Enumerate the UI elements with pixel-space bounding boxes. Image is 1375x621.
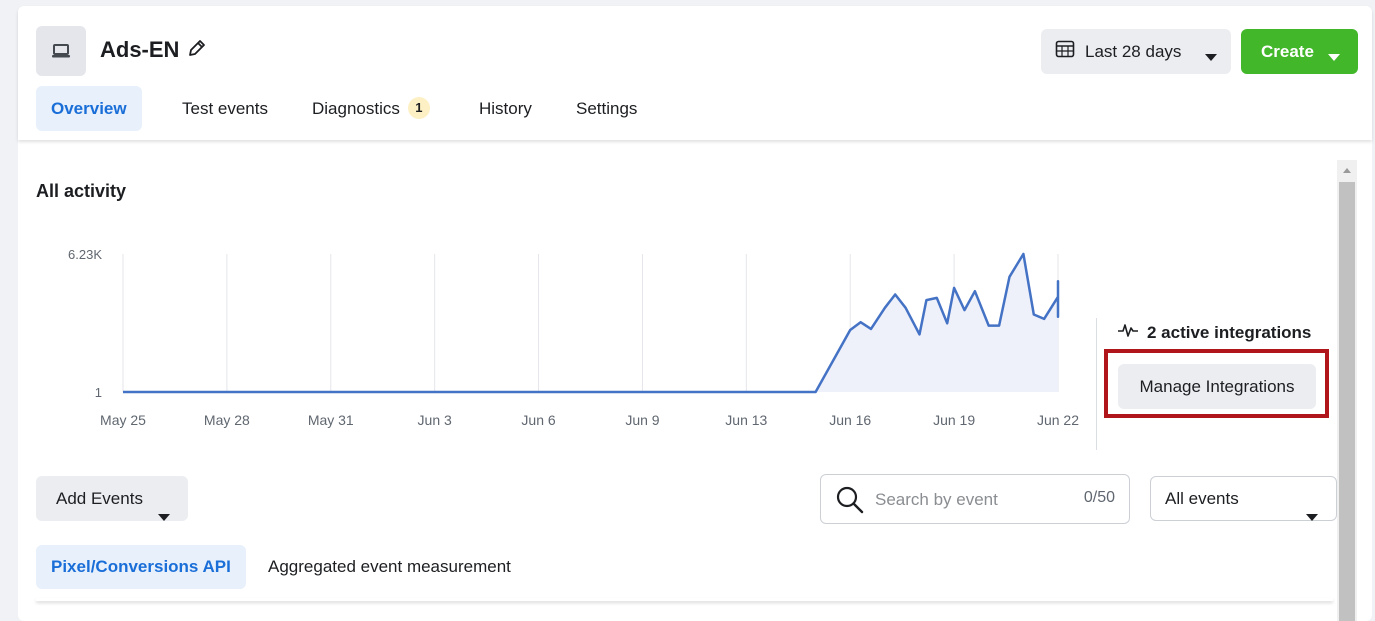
scroll-up-arrow-icon[interactable]	[1337, 160, 1357, 182]
date-range-dropdown[interactable]: Last 28 days	[1041, 29, 1231, 74]
date-range-label: Last 28 days	[1085, 41, 1182, 61]
pulse-icon	[1117, 322, 1139, 343]
scrollbar[interactable]	[1337, 160, 1357, 621]
panel-edge	[36, 598, 1333, 601]
add-events-label: Add Events	[56, 489, 143, 508]
divider	[1096, 318, 1097, 450]
y-tick-label: 1	[95, 385, 102, 400]
activity-chart: 6.23K 1 May 25 May 28 May 31 Jun 3 Jun 6 Jun 9 J…	[68, 247, 1079, 428]
event-filter-select[interactable]: All events	[1150, 476, 1337, 521]
x-tick-label: Jun 13	[725, 412, 767, 428]
create-label: Create	[1261, 41, 1314, 61]
x-tick-label: Jun 19	[933, 412, 975, 428]
chevron-down-icon	[158, 494, 170, 539]
manage-integrations-button[interactable]: Manage Integrations	[1118, 364, 1316, 409]
tab-diagnostics[interactable]: Diagnostics 1	[312, 86, 430, 131]
x-tick-label: Jun 16	[829, 412, 871, 428]
search-char-count: 0/50	[1083, 489, 1115, 506]
x-tick-label: May 25	[100, 412, 146, 428]
page-header: Ads-EN Last 28 days Create Overview Test…	[18, 6, 1372, 140]
tab-history[interactable]: History	[479, 86, 532, 131]
search-icon	[835, 485, 865, 520]
create-button[interactable]: Create	[1241, 29, 1358, 74]
chevron-down-icon	[1306, 495, 1318, 538]
add-events-button[interactable]: Add Events	[36, 476, 188, 521]
page-title: Ads-EN	[100, 37, 180, 62]
tab-settings[interactable]: Settings	[576, 86, 637, 131]
pencil-icon[interactable]	[186, 37, 208, 59]
integrations-label: 2 active integrations	[1147, 322, 1312, 342]
section-title: All activity	[36, 181, 127, 201]
laptop-icon	[36, 26, 86, 76]
chevron-down-icon	[1328, 47, 1340, 67]
x-tick-label: Jun 9	[625, 412, 659, 428]
tab-diagnostics-label: Diagnostics	[312, 99, 400, 118]
scrollbar-thumb[interactable]	[1339, 182, 1355, 621]
search-input[interactable]	[873, 485, 1067, 515]
tab-pixel-conversions-api[interactable]: Pixel/Conversions API	[36, 545, 246, 589]
integrations-status: 2 active integrations	[1117, 322, 1311, 343]
tab-test-events[interactable]: Test events	[182, 86, 268, 131]
series-area	[123, 254, 1058, 392]
x-tick-label: May 28	[204, 412, 250, 428]
diagnostics-badge: 1	[407, 96, 430, 119]
calendar-icon	[1055, 39, 1075, 64]
x-tick-label: May 31	[308, 412, 354, 428]
tab-aggregated-event-measurement[interactable]: Aggregated event measurement	[268, 545, 511, 589]
x-tick-label: Jun 3	[418, 412, 452, 428]
tab-overview[interactable]: Overview	[36, 86, 142, 131]
x-tick-label: Jun 22	[1037, 412, 1079, 428]
event-filter-value: All events	[1165, 489, 1239, 508]
chevron-down-icon	[1205, 47, 1217, 67]
x-tick-label: Jun 6	[521, 412, 555, 428]
event-search[interactable]: 0/50	[820, 474, 1130, 524]
y-tick-label: 6.23K	[68, 247, 102, 262]
